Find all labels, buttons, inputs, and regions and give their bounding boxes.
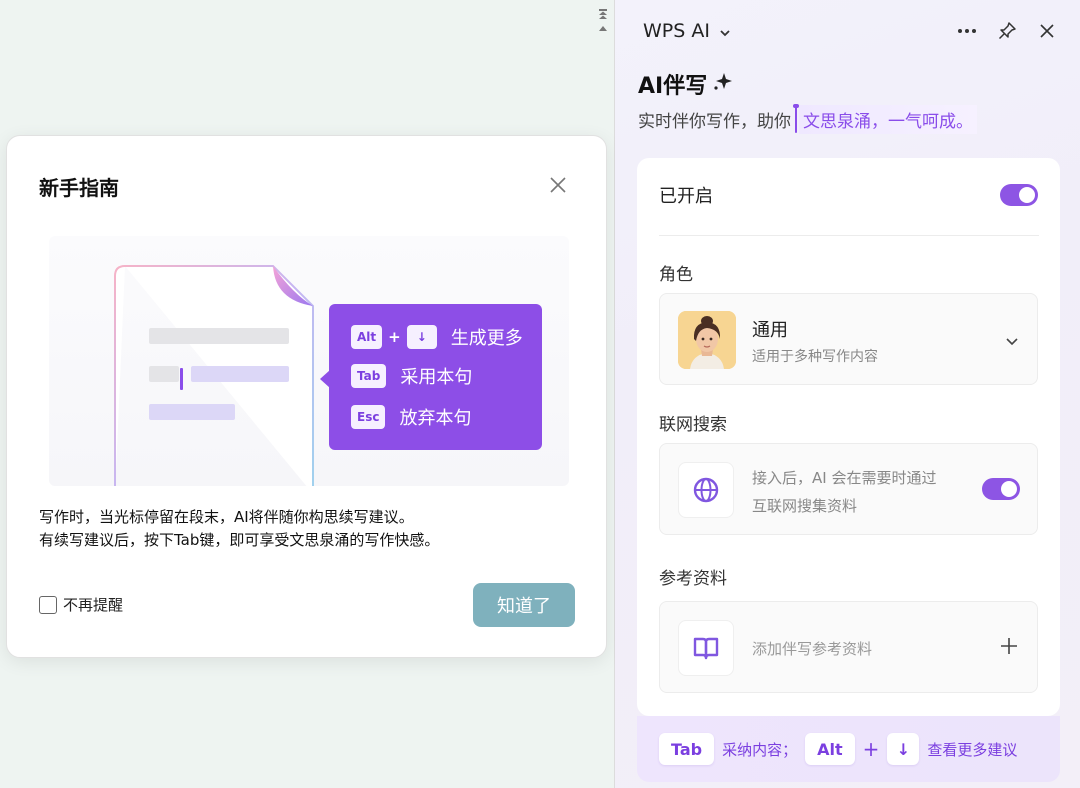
scroll-up-icon[interactable] (598, 24, 608, 32)
text-line-placeholder (149, 328, 289, 344)
dont-remind-checkbox[interactable]: 不再提醒 (39, 594, 123, 615)
web-search-section-label: 联网搜索 (659, 415, 727, 435)
suggestion-line-placeholder (149, 404, 235, 420)
shortcut-row: Alt + ↓ 生成更多 (351, 324, 523, 350)
more-icon[interactable] (956, 20, 978, 42)
key-esc: Esc (351, 405, 386, 429)
more-suggestions-hint: 查看更多建议 (927, 740, 1018, 759)
role-description: 适用于多种写作内容 (752, 349, 878, 365)
key-alt: Alt (351, 325, 383, 349)
subtitle-text: 实时伴你写作，助你 (638, 112, 791, 132)
close-icon[interactable] (547, 174, 569, 196)
feature-subtitle: 实时伴你写作，助你 文思泉涌，一气呵成。 (638, 103, 977, 134)
enabled-label: 已开启 (659, 186, 713, 207)
panel-header-actions (956, 20, 1058, 42)
panel-title-dropdown[interactable]: WPS AI (643, 20, 730, 42)
accept-hint: 采纳内容； (722, 740, 798, 759)
sparkle-icon (711, 70, 733, 98)
chevron-down-icon (718, 20, 730, 42)
reference-section-label: 参考资料 (659, 569, 727, 589)
plus-icon[interactable] (999, 636, 1019, 660)
globe-icon (678, 462, 734, 518)
guide-description: 写作时，当光标停留在段末，AI将伴随你构思续写建议。 有续写建议后，按下Tab键… (39, 506, 439, 552)
guide-illustration: Alt + ↓ 生成更多 Tab 采用本句 Esc 放弃本句 (49, 236, 569, 486)
web-search-description: 接入后，AI 会在需要时通过 互联网搜集资料 (752, 464, 972, 520)
pin-icon[interactable] (996, 20, 1018, 42)
shortcut-label: 采用本句 (400, 367, 473, 388)
text-cursor (180, 368, 183, 390)
guide-description-line: 写作时，当光标停留在段末，AI将伴随你构思续写建议。 (39, 508, 414, 526)
divider (659, 235, 1039, 236)
panel-title: WPS AI (643, 20, 710, 42)
wps-ai-panel: WPS AI AI伴写 实时伴你写作，助你 文思泉涌，一气呵成。 已开启 角色 (615, 0, 1080, 788)
shortcut-bubble: Alt + ↓ 生成更多 Tab 采用本句 Esc 放弃本句 (320, 304, 542, 450)
scroll-controls (596, 8, 610, 44)
key-joiner: + (862, 737, 880, 761)
text-line-placeholder (149, 366, 179, 382)
text-cursor (793, 103, 799, 133)
got-it-button[interactable]: 知道了 (473, 583, 575, 627)
web-search-description-line: 接入后，AI 会在需要时通过 (752, 469, 937, 487)
book-icon (678, 620, 734, 676)
shortcut-label: 生成更多 (450, 328, 523, 349)
add-reference-box[interactable]: 添加伴写参考资料 (659, 601, 1038, 693)
web-search-description-line: 互联网搜集资料 (752, 497, 858, 515)
role-selector[interactable]: 通用 适用于多种写作内容 (659, 293, 1038, 385)
guide-title: 新手指南 (39, 176, 119, 200)
web-search-toggle[interactable] (982, 478, 1020, 500)
enable-toggle[interactable] (1000, 184, 1038, 206)
key-down: ↓ (406, 325, 437, 349)
role-section-label: 角色 (659, 265, 693, 285)
shortcut-row: Esc 放弃本句 (351, 404, 471, 430)
scroll-top-icon[interactable] (597, 8, 609, 20)
add-reference-label: 添加伴写参考资料 (752, 640, 873, 658)
key-tab: Tab (659, 733, 715, 765)
key-joiner: + (388, 328, 401, 346)
shortcut-hint-bar: Tab 采纳内容； Alt + ↓ 查看更多建议 (637, 716, 1060, 782)
chevron-down-icon (1005, 332, 1019, 351)
close-icon[interactable] (1036, 20, 1058, 42)
suggestion-line-placeholder (191, 366, 289, 382)
role-name: 通用 (752, 320, 788, 341)
shortcut-label: 放弃本句 (399, 408, 472, 429)
key-tab: Tab (351, 364, 387, 388)
settings-card: 已开启 角色 通用 适用于多种写作内容 联网搜索 接入后，AI 会在需要时通过 … (637, 158, 1060, 716)
key-alt: Alt (805, 733, 855, 765)
web-search-box: 接入后，AI 会在需要时通过 互联网搜集资料 (659, 443, 1038, 535)
avatar (678, 311, 736, 369)
guide-dialog: 新手指南 Alt + ↓ 生成更多 Tab 采用本句 Esc 放弃本句 写作时，… (6, 135, 607, 658)
feature-title-text: AI伴写 (638, 74, 708, 99)
dont-remind-label: 不再提醒 (63, 596, 124, 614)
shortcut-row: Tab 采用本句 (351, 363, 472, 389)
guide-description-line: 有续写建议后，按下Tab键，即可享受文思泉涌的写作快感。 (39, 531, 440, 549)
subtitle-highlight: 文思泉涌，一气呵成。 (799, 105, 977, 134)
key-down: ↓ (887, 733, 920, 765)
checkbox-box[interactable] (39, 595, 57, 614)
feature-title: AI伴写 (638, 68, 733, 100)
